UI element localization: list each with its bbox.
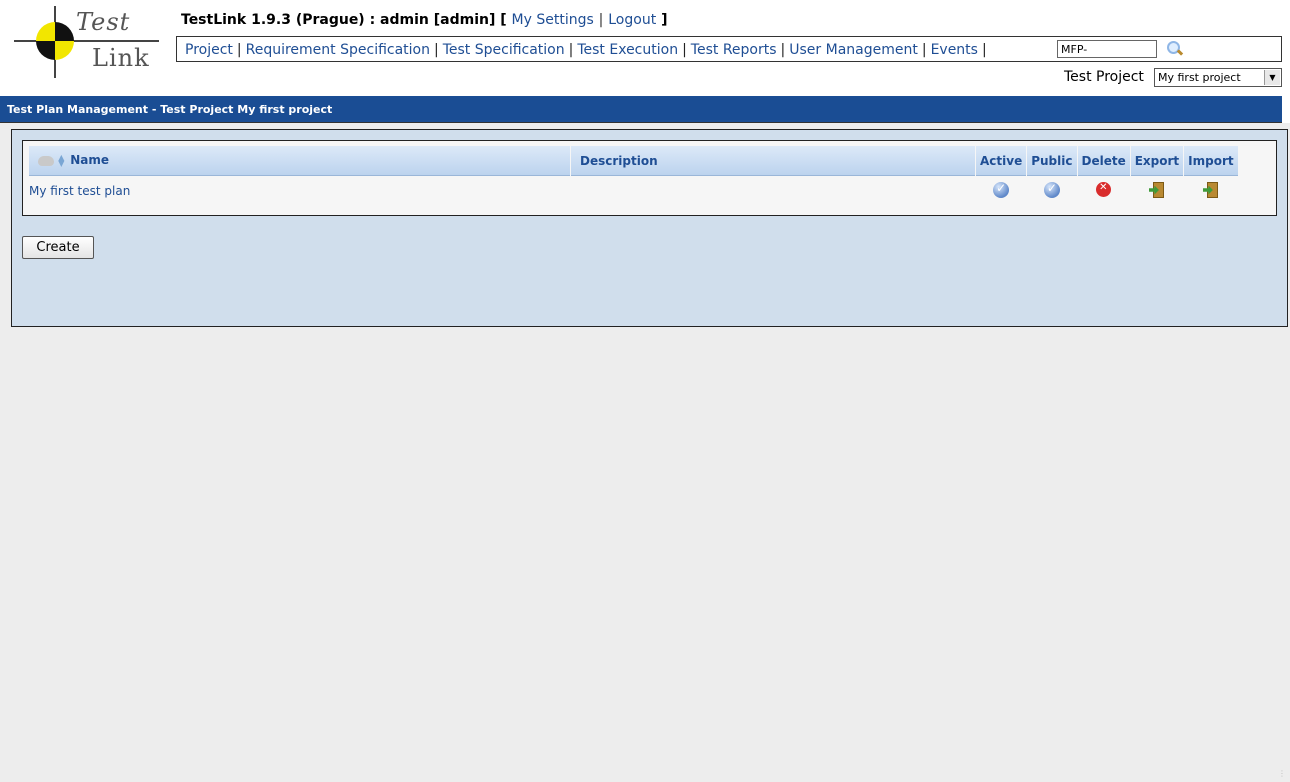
export-door-icon[interactable] [1148, 181, 1165, 198]
column-description-label: Description [580, 153, 658, 168]
table-row: My first test plan [29, 176, 1238, 206]
column-header-active: Active [976, 146, 1027, 176]
page-title-bar: Test Plan Management - Test Project My f… [0, 96, 1282, 123]
menu-events[interactable]: Events [931, 42, 978, 58]
column-header-public: Public [1027, 146, 1077, 176]
import-door-icon[interactable] [1202, 181, 1219, 198]
plan-import-cell [1184, 176, 1237, 206]
plan-description-cell [571, 176, 975, 206]
column-import-label: Import [1188, 153, 1234, 168]
page-title: Test Plan Management - Test Project My f… [7, 103, 333, 116]
title-separator: | [598, 12, 604, 28]
app-title-line: TestLink 1.9.3 (Prague) : admin [admin] … [181, 12, 667, 28]
menu-separator: | [568, 42, 574, 58]
test-plan-table-container: ▲ ▼ Name Description Active Public Delet… [22, 140, 1277, 216]
resize-grip-icon[interactable]: ⋮ [1278, 770, 1286, 778]
table-header-row: ▲ ▼ Name Description Active Public Delet… [29, 146, 1238, 176]
column-header-name[interactable]: ▲ ▼ Name [29, 146, 570, 176]
menu-test-reports[interactable]: Test Reports [691, 42, 777, 58]
logo-word-test: Test [76, 8, 131, 36]
menu-user-management[interactable]: User Management [789, 42, 918, 58]
menu-separator: | [921, 42, 927, 58]
plan-name-link[interactable]: My first test plan [29, 184, 130, 198]
test-project-label: Test Project [1064, 69, 1144, 85]
delete-icon[interactable] [1096, 182, 1112, 197]
menu-separator: | [434, 42, 439, 58]
testcase-search-input[interactable] [1057, 40, 1157, 58]
testlink-logo[interactable]: Test Link [14, 6, 164, 78]
checkmark-icon[interactable] [993, 181, 1010, 198]
column-header-export: Export [1130, 146, 1184, 176]
magnifier-icon[interactable] [1165, 39, 1185, 59]
column-public-label: Public [1031, 153, 1073, 168]
menu-separator: | [981, 42, 987, 58]
menu-project[interactable]: Project [185, 42, 233, 58]
menu-separator: | [780, 42, 786, 58]
column-header-import: Import [1184, 146, 1238, 176]
column-active-label: Active [980, 153, 1023, 168]
create-button[interactable]: Create [22, 236, 94, 259]
column-delete-label: Delete [1081, 153, 1126, 168]
test-project-selected-value: My first project [1158, 71, 1241, 84]
work-area: ▲ ▼ Name Description Active Public Delet… [0, 123, 1290, 782]
main-menu-bar: Project | Requirement Specification | Test S… [176, 36, 1282, 62]
menu-separator: | [682, 42, 687, 58]
plan-export-cell [1131, 176, 1183, 206]
magnifier-handle [1176, 49, 1184, 56]
test-plan-table: ▲ ▼ Name Description Active Public Delet… [28, 146, 1239, 206]
title-close-bracket: ] [661, 12, 668, 28]
menu-test-execution[interactable]: Test Execution [577, 42, 678, 58]
dropdown-arrow-icon[interactable]: ▼ [1264, 70, 1280, 85]
column-export-label: Export [1134, 153, 1180, 168]
sort-icons[interactable]: ▲ ▼ [38, 154, 66, 168]
database-icon [38, 156, 54, 167]
sort-arrows-icon[interactable]: ▲ ▼ [58, 154, 66, 168]
test-plan-panel: ▲ ▼ Name Description Active Public Delet… [11, 129, 1288, 327]
plan-active-cell [976, 176, 1026, 206]
logo-word-link: Link [92, 44, 150, 72]
plan-public-cell [1027, 176, 1076, 206]
app-title: TestLink 1.9.3 (Prague) : admin [admin] … [181, 12, 507, 28]
my-settings-link[interactable]: My Settings [512, 12, 594, 28]
column-header-description: Description [571, 146, 975, 176]
column-header-delete: Delete [1077, 146, 1130, 176]
menu-separator: | [236, 42, 242, 58]
header: Test Link TestLink 1.9.3 (Prague) : admi… [0, 0, 1290, 96]
column-name-label: Name [70, 153, 109, 168]
checkmark-icon[interactable] [1043, 181, 1060, 198]
plan-delete-cell [1078, 176, 1130, 206]
logo-target-icon [36, 22, 74, 60]
menu-requirement-specification[interactable]: Requirement Specification [246, 42, 430, 58]
menu-test-specification[interactable]: Test Specification [443, 42, 565, 58]
logout-link[interactable]: Logout [608, 12, 656, 28]
test-project-select[interactable]: My first project ▼ [1154, 68, 1282, 87]
plan-name-cell[interactable]: My first test plan [29, 176, 570, 206]
